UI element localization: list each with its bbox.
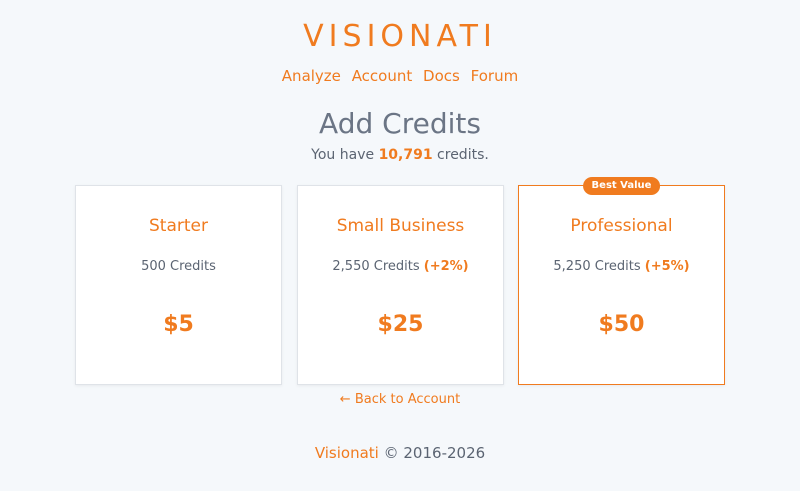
back-link-label: Back to Account <box>354 392 461 407</box>
plan-price: $50 <box>598 312 645 337</box>
plan-credits-amount: 5,250 Credits <box>553 259 641 274</box>
credits-balance: You have 10,791 credits. <box>0 146 800 164</box>
credits-prefix: You have <box>311 147 375 163</box>
plan-credits-amount: 500 Credits <box>141 259 216 274</box>
nav-docs-link[interactable]: Docs <box>423 67 460 85</box>
back-to-account-link[interactable]: ← Back to Account <box>340 392 460 407</box>
plan-credits: 5,250 Credits (+5%) <box>519 258 724 276</box>
plan-credits: 2,550 Credits (+2%) <box>298 258 503 276</box>
plan-price: $5 <box>163 312 194 337</box>
plan-card-professional[interactable]: Best Value Professional 5,250 Credits (+… <box>518 177 725 385</box>
back-to-account: ← Back to Account <box>0 391 800 409</box>
footer-copyright: © 2016-2026 <box>383 444 486 462</box>
plan-bonus: (+5%) <box>644 259 690 274</box>
nav-account-link[interactable]: Account <box>352 67 413 85</box>
credits-suffix: credits. <box>437 147 489 163</box>
plan-credits: 500 Credits <box>76 258 281 276</box>
plan-credits-amount: 2,550 Credits <box>332 259 420 274</box>
nav-analyze-link[interactable]: Analyze <box>282 67 341 85</box>
plan-name: Professional <box>570 216 673 236</box>
credits-count: 10,791 <box>378 147 433 163</box>
plan-name: Small Business <box>336 216 465 236</box>
plan-price: $25 <box>377 312 424 337</box>
footer-brand-link[interactable]: Visionati <box>315 444 379 462</box>
plan-card-small-business[interactable]: Small Business 2,550 Credits (+2%) $25 <box>297 185 504 385</box>
site-logo[interactable]: VISIONATI <box>0 18 800 56</box>
best-value-badge: Best Value <box>582 177 661 195</box>
plan-card-starter[interactable]: Starter 500 Credits $5 <box>75 185 282 385</box>
main-nav: Analyze Account Docs Forum <box>0 66 800 86</box>
plan-name: Starter <box>149 216 208 236</box>
back-arrow-icon: ← <box>339 392 351 407</box>
footer: Visionati © 2016-2026 <box>0 443 800 463</box>
page-title: Add Credits <box>319 107 481 140</box>
nav-forum-link[interactable]: Forum <box>471 67 519 85</box>
plan-bonus: (+2%) <box>423 259 469 274</box>
